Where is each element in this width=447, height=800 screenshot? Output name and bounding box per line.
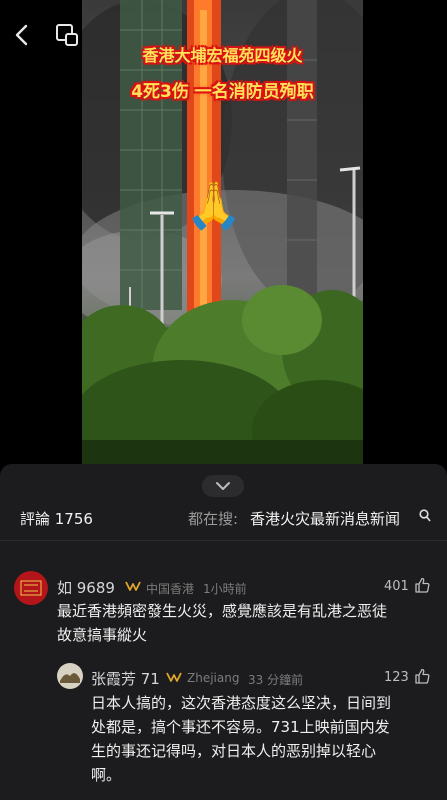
user-badge-icon	[166, 672, 182, 682]
comment-text-line: 故意搞事縱火	[57, 626, 148, 644]
comment-like-count: 123	[384, 670, 409, 685]
comment-time: 33 分鐘前	[248, 673, 304, 687]
comments-panel: 評論 1756 都在搜: 香港火灾最新消息新闻 如 9689 中国香港 1小時前…	[0, 464, 447, 800]
comment-text-line: 处都是，搞个事还不容易。731上映前国内发	[91, 718, 390, 736]
thumbs-up-icon[interactable]	[414, 577, 430, 593]
comment-count: 評論 1756	[20, 510, 93, 528]
comment-text-line: 生的事还记得吗，对日本人的恶别掉以轻心	[91, 742, 377, 760]
video-caption-title: 香港大埔宏福苑四级火	[142, 46, 303, 65]
comment-location: Zhejiang	[187, 671, 240, 685]
search-icon[interactable]	[419, 509, 431, 523]
comment-text-line: 最近香港頻密發生火災，感覺應該是有乱港之恶徒	[57, 602, 388, 620]
back-icon[interactable]	[10, 22, 36, 48]
thumbs-up-icon[interactable]	[414, 668, 430, 684]
video-player[interactable]: 香港大埔宏福苑四级火 4死3伤 一名消防员殉职 🙏	[82, 0, 363, 465]
comment-username[interactable]: 如 9689	[57, 577, 115, 598]
comment-location: 中国香港	[146, 582, 195, 596]
trending-search-link[interactable]: 香港火灾最新消息新闻	[250, 508, 400, 529]
picture-in-picture-icon[interactable]	[54, 22, 80, 48]
collapse-panel-button[interactable]	[202, 475, 244, 497]
comment-text-line: 啊。	[91, 766, 122, 784]
avatar[interactable]	[57, 663, 83, 689]
video-caption-subtitle: 4死3伤 一名消防员殉职	[131, 82, 314, 102]
fire-scene-illustration	[82, 0, 363, 465]
comment-like-count: 401	[384, 579, 409, 594]
avatar[interactable]	[14, 571, 48, 605]
user-badge-icon	[125, 581, 141, 591]
comment-text-line: 日本人搞的，这次香港态度这么坚决，日间到	[91, 694, 392, 712]
divider	[0, 540, 447, 541]
comment-time: 1小時前	[203, 582, 247, 596]
chevron-down-icon	[216, 482, 230, 490]
praying-hands-emoji: 🙏	[185, 178, 243, 232]
trending-search-label: 都在搜:	[188, 510, 239, 528]
comment-username[interactable]: 张霞芳 71	[91, 668, 160, 689]
